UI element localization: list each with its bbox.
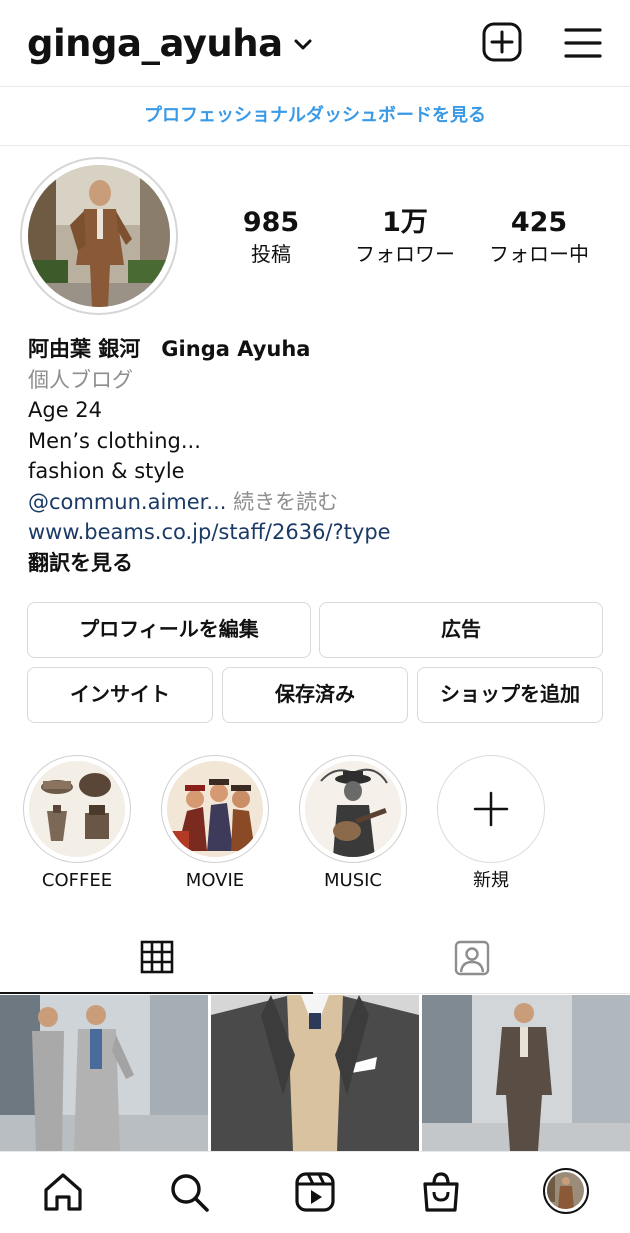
saved-button[interactable]: 保存済み <box>222 667 408 723</box>
following-count[interactable]: 425 フォロー中 <box>480 206 598 268</box>
new-highlight-image <box>443 761 539 857</box>
website-link[interactable]: www.beams.co.jp/staff/2636/?type <box>28 517 391 548</box>
post-thumbnail[interactable] <box>0 995 208 1151</box>
shop-icon[interactable] <box>419 1170 463 1214</box>
translate-link[interactable]: 翻訳を見る <box>28 548 391 579</box>
avatar-photo <box>28 165 170 307</box>
professional-dashboard-link[interactable]: プロフェッショナルダッシュボードを見る <box>0 86 630 146</box>
profile-tab-avatar[interactable] <box>543 1168 589 1214</box>
home-icon[interactable] <box>41 1170 85 1214</box>
search-icon[interactable] <box>167 1170 211 1214</box>
posts-label: 投稿 <box>251 242 291 266</box>
profile-tabs <box>0 928 630 994</box>
chevron-down-icon <box>294 39 312 49</box>
insights-button[interactable]: インサイト <box>27 667 213 723</box>
post-thumbnail[interactable] <box>211 995 419 1151</box>
tab-tagged[interactable] <box>315 928 630 994</box>
grid-icon <box>140 940 174 974</box>
bio-line: fashion & style <box>28 459 185 483</box>
ads-button[interactable]: 広告 <box>319 602 603 658</box>
following-number: 425 <box>510 207 568 238</box>
bio-line: Men’s clothing... <box>28 428 201 453</box>
followers-count[interactable]: 1万 フォロワー <box>346 206 464 268</box>
read-more-link[interactable]: 続きを読む <box>233 490 338 514</box>
highlight-coffee[interactable]: COFFEE <box>23 755 131 893</box>
coffee-highlight-image <box>29 761 125 857</box>
new-post-icon[interactable] <box>482 22 522 62</box>
posts-grid <box>0 995 630 1151</box>
following-label: フォロー中 <box>489 242 589 266</box>
profile-bio: 阿由葉 銀河 Ginga Ayuha 個人ブログ Age 24 Men’s cl… <box>28 334 391 578</box>
bottom-nav <box>0 1151 630 1233</box>
highlight-label: COFFEE <box>41 870 113 891</box>
post-thumbnail[interactable] <box>422 995 630 1151</box>
highlight-label: MOVIE <box>185 870 245 891</box>
reels-icon[interactable] <box>293 1170 337 1214</box>
add-shop-button[interactable]: ショップを追加 <box>417 667 603 723</box>
top-bar: ginga_ayuha <box>0 0 630 86</box>
edit-profile-button[interactable]: プロフィールを編集 <box>27 602 311 658</box>
highlight-new[interactable]: 新規 <box>437 755 545 893</box>
posts-number: 985 <box>242 207 300 238</box>
account-switcher[interactable]: ginga_ayuha <box>27 22 313 65</box>
music-highlight-image <box>305 761 401 857</box>
plus-icon <box>473 791 509 827</box>
highlight-label: MUSIC <box>323 870 382 891</box>
tab-posts-grid[interactable] <box>0 928 313 994</box>
followers-number: 1万 <box>382 207 428 238</box>
mention-link[interactable]: @commun.aimer... <box>28 490 226 514</box>
menu-icon[interactable] <box>563 26 603 60</box>
highlight-label: 新規 <box>473 870 509 891</box>
display-name: 阿由葉 銀河 Ginga Ayuha <box>28 337 311 361</box>
followers-label: フォロワー <box>355 242 455 266</box>
bio-mention-line: @commun.aimer... 続きを読む <box>28 487 391 518</box>
posts-count: 985 投稿 <box>222 206 320 268</box>
highlight-music[interactable]: MUSIC <box>299 755 407 893</box>
username: ginga_ayuha <box>27 22 283 65</box>
profile-avatar[interactable] <box>20 157 178 315</box>
tagged-person-icon <box>454 940 490 976</box>
movie-highlight-image <box>167 761 263 857</box>
highlight-movie[interactable]: MOVIE <box>161 755 269 893</box>
bio-line: Age 24 <box>28 398 103 422</box>
category-label: 個人ブログ <box>28 367 133 392</box>
